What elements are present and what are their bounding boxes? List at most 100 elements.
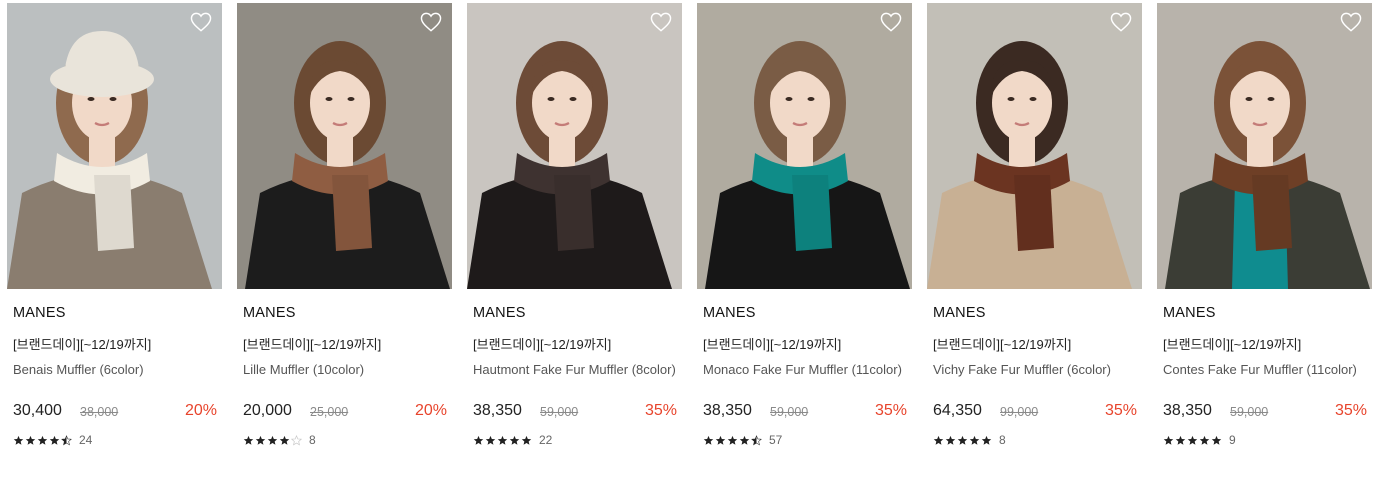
promo-label: [브랜드데이][~12/19까지] xyxy=(1163,337,1302,352)
star-icon xyxy=(957,435,968,445)
star-icon xyxy=(1163,435,1174,445)
star-icon xyxy=(981,435,992,445)
product-grid: MANES [브랜드데이][~12/19까지] Benais Muffler (… xyxy=(0,0,1378,481)
star-icon xyxy=(739,435,750,445)
product-image[interactable] xyxy=(1157,3,1372,289)
original-price: 99,000 xyxy=(1000,405,1039,419)
model-photo xyxy=(1157,3,1372,289)
brand-name[interactable]: MANES xyxy=(243,305,296,321)
product-image[interactable] xyxy=(697,3,912,289)
star-rating xyxy=(13,434,72,446)
price-row: 38,350 59,000 35% xyxy=(473,402,677,424)
rating: 24 xyxy=(13,432,92,448)
discount-rate: 35% xyxy=(1334,402,1367,419)
brand-name[interactable]: MANES xyxy=(13,305,66,321)
rating: 9 xyxy=(1163,432,1236,448)
product-card[interactable]: MANES [브랜드데이][~12/19까지] Lille Muffler (1… xyxy=(237,3,452,473)
sale-price: 38,350 xyxy=(703,402,752,419)
discount-rate: 35% xyxy=(1104,402,1137,419)
product-name[interactable]: Monaco Fake Fur Muffler (11color) xyxy=(703,361,908,378)
star-rating xyxy=(473,435,532,446)
star-icon xyxy=(25,435,36,445)
discount-rate: 20% xyxy=(184,402,217,419)
star-icon xyxy=(715,435,726,445)
product-card[interactable]: MANES [브랜드데이][~12/19까지] Hautmont Fake Fu… xyxy=(467,3,682,473)
model-photo xyxy=(237,3,452,289)
rating: 22 xyxy=(473,432,552,448)
star-icon xyxy=(61,434,72,445)
brand-name[interactable]: MANES xyxy=(703,305,756,321)
star-rating xyxy=(933,435,992,446)
product-name[interactable]: Lille Muffler (10color) xyxy=(243,361,448,378)
star-icon xyxy=(727,435,738,445)
star-icon xyxy=(751,434,762,445)
product-name[interactable]: Contes Fake Fur Muffler (11color) xyxy=(1163,361,1368,378)
heart-outline-icon[interactable] xyxy=(650,12,672,32)
sale-price: 20,000 xyxy=(243,402,292,419)
review-count: 24 xyxy=(79,433,93,447)
product-name[interactable]: Benais Muffler (6color) xyxy=(13,361,218,378)
price-row: 38,350 59,000 35% xyxy=(703,402,907,424)
product-card[interactable]: MANES [브랜드데이][~12/19까지] Contes Fake Fur … xyxy=(1157,3,1372,473)
discount-rate: 35% xyxy=(874,402,907,419)
sale-price: 64,350 xyxy=(933,402,982,419)
price-row: 64,350 99,000 35% xyxy=(933,402,1137,424)
product-card[interactable]: MANES [브랜드데이][~12/19까지] Vichy Fake Fur M… xyxy=(927,3,1142,473)
model-photo xyxy=(927,3,1142,289)
discount-rate: 35% xyxy=(644,402,677,419)
star-icon xyxy=(945,435,956,445)
star-icon xyxy=(243,435,254,445)
star-icon xyxy=(13,435,24,445)
star-icon xyxy=(485,435,496,445)
promo-label: [브랜드데이][~12/19까지] xyxy=(13,337,152,352)
product-card[interactable]: MANES [브랜드데이][~12/19까지] Monaco Fake Fur … xyxy=(697,3,912,473)
sale-price: 30,400 xyxy=(13,402,62,419)
model-photo xyxy=(467,3,682,289)
product-image[interactable] xyxy=(7,3,222,289)
heart-outline-icon[interactable] xyxy=(420,12,442,32)
product-card[interactable]: MANES [브랜드데이][~12/19까지] Benais Muffler (… xyxy=(7,3,222,473)
star-icon xyxy=(49,435,60,445)
model-photo xyxy=(7,3,222,289)
promo-label: [브랜드데이][~12/19까지] xyxy=(933,337,1072,352)
review-count: 8 xyxy=(309,433,316,447)
original-price: 59,000 xyxy=(540,405,579,419)
rating: 57 xyxy=(703,432,782,448)
brand-name[interactable]: MANES xyxy=(1163,305,1216,321)
star-icon xyxy=(933,435,944,445)
product-name[interactable]: Vichy Fake Fur Muffler (6color) xyxy=(933,361,1138,378)
star-icon xyxy=(969,435,980,445)
heart-outline-icon[interactable] xyxy=(1110,12,1132,32)
star-icon xyxy=(291,434,302,446)
original-price: 59,000 xyxy=(770,405,809,419)
review-count: 57 xyxy=(769,433,783,447)
heart-outline-icon[interactable] xyxy=(190,12,212,32)
price-row: 38,350 59,000 35% xyxy=(1163,402,1367,424)
heart-outline-icon[interactable] xyxy=(880,12,902,32)
model-photo xyxy=(697,3,912,289)
review-count: 22 xyxy=(539,433,553,447)
star-icon xyxy=(703,435,714,445)
star-icon xyxy=(1199,435,1210,445)
star-icon xyxy=(497,435,508,445)
product-image[interactable] xyxy=(237,3,452,289)
promo-label: [브랜드데이][~12/19까지] xyxy=(243,337,382,352)
brand-name[interactable]: MANES xyxy=(933,305,986,321)
promo-label: [브랜드데이][~12/19까지] xyxy=(703,337,842,352)
star-rating xyxy=(703,434,762,446)
review-count: 9 xyxy=(1229,433,1236,447)
star-icon xyxy=(255,435,266,445)
promo-label: [브랜드데이][~12/19까지] xyxy=(473,337,612,352)
star-icon xyxy=(473,435,484,445)
product-image[interactable] xyxy=(927,3,1142,289)
original-price: 38,000 xyxy=(80,405,119,419)
product-image[interactable] xyxy=(467,3,682,289)
heart-outline-icon[interactable] xyxy=(1340,12,1362,32)
price-row: 20,000 25,000 20% xyxy=(243,402,447,424)
brand-name[interactable]: MANES xyxy=(473,305,526,321)
star-icon xyxy=(267,435,278,445)
sale-price: 38,350 xyxy=(1163,402,1212,419)
product-name[interactable]: Hautmont Fake Fur Muffler (8color) xyxy=(473,361,678,378)
star-icon xyxy=(1175,435,1186,445)
original-price: 59,000 xyxy=(1230,405,1269,419)
